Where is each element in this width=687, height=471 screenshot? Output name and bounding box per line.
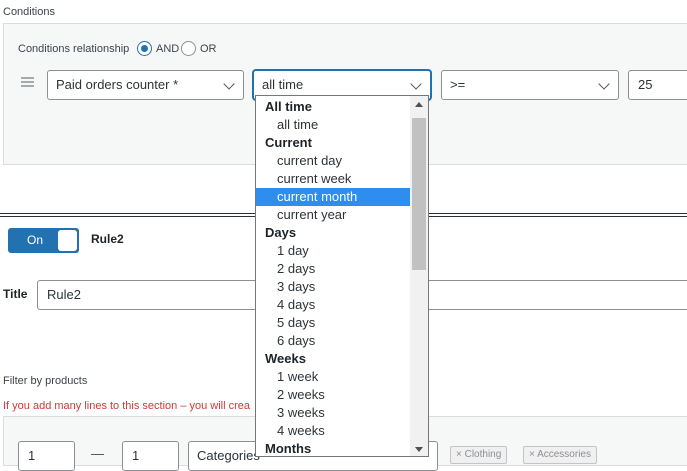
title-label: Title: [3, 287, 28, 301]
chevron-down-icon: [223, 78, 235, 90]
dropdown-option[interactable]: all time: [256, 116, 411, 134]
drag-handle-icon[interactable]: [21, 77, 34, 87]
dropdown-option[interactable]: 4 days: [256, 296, 411, 314]
period-select-value: all time: [262, 77, 304, 92]
period-dropdown-list[interactable]: All time all time Current current day cu…: [255, 95, 429, 457]
filter-tag[interactable]: × Accessories: [523, 446, 597, 464]
radio-or[interactable]: [181, 41, 196, 56]
radio-and-label: AND: [156, 43, 180, 55]
title-input-value: Rule2: [47, 287, 81, 302]
dropdown-option[interactable]: 6 days: [256, 332, 411, 350]
dropdown-scrollbar[interactable]: [410, 96, 428, 456]
rule-enable-toggle[interactable]: On: [8, 228, 79, 253]
scroll-up-arrow-icon[interactable]: [415, 102, 423, 107]
condition-field-value: Paid orders counter *: [56, 77, 179, 92]
filter-type-value: Categories: [197, 448, 260, 463]
qty-from-value: 1: [28, 448, 36, 463]
dropdown-option[interactable]: current day: [256, 152, 411, 170]
filter-warning-text: If you add many lines to this section – …: [3, 400, 251, 412]
chevron-down-icon: [598, 78, 610, 90]
qty-to-value: 1: [132, 448, 140, 463]
dropdown-option[interactable]: 3 weeks: [256, 404, 411, 422]
operator-select-value: >=: [450, 77, 466, 92]
chevron-down-icon: [410, 78, 422, 90]
filter-by-products-label: Filter by products: [3, 375, 88, 387]
condition-field-select[interactable]: Paid orders counter *: [47, 70, 244, 100]
dropdown-option[interactable]: current year: [256, 206, 411, 224]
qty-from-input[interactable]: 1: [18, 441, 75, 471]
dropdown-option[interactable]: 4 weeks: [256, 422, 411, 440]
radio-or-label: OR: [200, 43, 217, 55]
dropdown-option[interactable]: 5 days: [256, 314, 411, 332]
scrollbar-thumb[interactable]: [412, 118, 426, 270]
dropdown-group-header: Current: [265, 135, 312, 150]
range-dash: —: [91, 446, 104, 461]
dropdown-group-header: All time: [265, 99, 312, 114]
conditions-relationship-label: Conditions relationship: [18, 43, 130, 55]
toggle-label: On: [27, 233, 44, 247]
conditions-section-title: Conditions: [3, 6, 55, 18]
condition-value-input[interactable]: 25: [628, 70, 687, 100]
dropdown-option[interactable]: 3 days: [256, 278, 411, 296]
dropdown-group-header: Months: [265, 441, 312, 456]
dropdown-group-header: Weeks: [265, 351, 306, 366]
radio-and[interactable]: [137, 41, 152, 56]
toggle-knob: [58, 230, 77, 251]
dropdown-group-header: Days: [265, 225, 297, 240]
dropdown-option[interactable]: 1 week: [256, 368, 411, 386]
qty-to-input[interactable]: 1: [122, 441, 179, 471]
condition-value-text: 25: [638, 77, 653, 92]
rule-name: Rule2: [91, 232, 124, 246]
dropdown-option[interactable]: 2 days: [256, 260, 411, 278]
dropdown-option[interactable]: current week: [256, 170, 411, 188]
filter-tag[interactable]: × Clothing: [450, 446, 508, 464]
dropdown-option[interactable]: 1 day: [256, 242, 411, 260]
dropdown-option-selected[interactable]: current month: [256, 188, 411, 206]
scroll-down-arrow-icon[interactable]: [415, 447, 423, 452]
operator-select[interactable]: >=: [441, 70, 619, 100]
dropdown-option[interactable]: 2 weeks: [256, 386, 411, 404]
